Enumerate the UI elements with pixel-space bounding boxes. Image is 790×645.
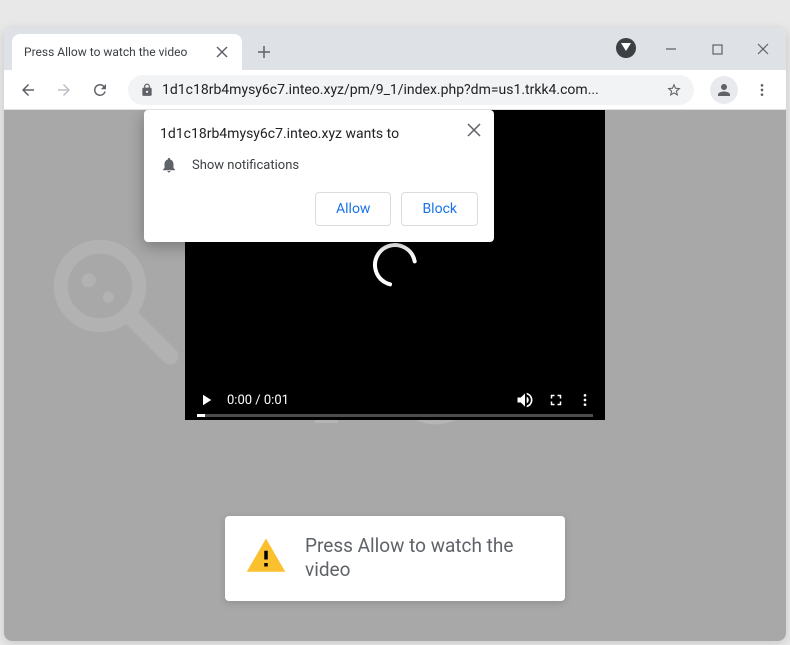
reload-button[interactable] — [84, 74, 116, 106]
new-tab-button[interactable] — [250, 38, 278, 66]
profile-button[interactable] — [710, 76, 738, 104]
allow-button[interactable]: Allow — [315, 192, 391, 226]
video-more-button[interactable] — [577, 392, 593, 408]
video-progress-bar[interactable] — [197, 414, 593, 417]
popup-title: 1d1c18rb4mysy6c7.inteo.xyz wants to — [160, 126, 478, 142]
bell-icon — [160, 156, 178, 174]
warning-icon — [245, 535, 287, 581]
notification-permission-popup: 1d1c18rb4mysy6c7.inteo.xyz wants to Show… — [144, 110, 494, 242]
maximize-button[interactable] — [694, 28, 740, 70]
play-button[interactable] — [197, 391, 215, 409]
browser-window: Press Allow to watch the video — [4, 28, 786, 641]
extension-badge-icon[interactable] — [616, 38, 636, 58]
loading-spinner-icon — [370, 240, 420, 290]
address-bar[interactable]: 1d1c18rb4mysy6c7.inteo.xyz/pm/9_1/index.… — [128, 75, 694, 105]
watermark-magnifier-icon — [44, 230, 184, 370]
popup-buttons: Allow Block — [160, 192, 478, 226]
fullscreen-button[interactable] — [547, 391, 565, 409]
popup-close-button[interactable] — [464, 120, 484, 140]
forward-button[interactable] — [48, 74, 80, 106]
url-text: 1d1c18rb4mysy6c7.inteo.xyz/pm/9_1/index.… — [162, 82, 658, 98]
window-controls — [648, 28, 786, 70]
page-content: PC 0:00 / 0:01 — [4, 110, 786, 641]
tab-title: Press Allow to watch the video — [24, 45, 206, 59]
instruction-text: Press Allow to watch the video — [305, 534, 545, 583]
menu-button[interactable] — [746, 74, 778, 106]
instruction-box: Press Allow to watch the video — [225, 516, 565, 601]
minimize-button[interactable] — [648, 28, 694, 70]
browser-tab[interactable]: Press Allow to watch the video — [12, 34, 242, 70]
video-progress-fill — [197, 414, 205, 417]
close-tab-icon[interactable] — [214, 44, 230, 60]
video-time: 0:00 / 0:01 — [227, 393, 289, 408]
volume-button[interactable] — [515, 390, 535, 410]
close-window-button[interactable] — [740, 28, 786, 70]
lock-icon — [140, 83, 154, 97]
popup-permission-text: Show notifications — [192, 158, 299, 173]
titlebar: Press Allow to watch the video — [4, 28, 786, 70]
toolbar: 1d1c18rb4mysy6c7.inteo.xyz/pm/9_1/index.… — [4, 70, 786, 110]
block-button[interactable]: Block — [401, 192, 478, 226]
bookmark-star-icon[interactable] — [666, 82, 682, 98]
popup-body: Show notifications — [160, 156, 478, 174]
back-button[interactable] — [12, 74, 44, 106]
